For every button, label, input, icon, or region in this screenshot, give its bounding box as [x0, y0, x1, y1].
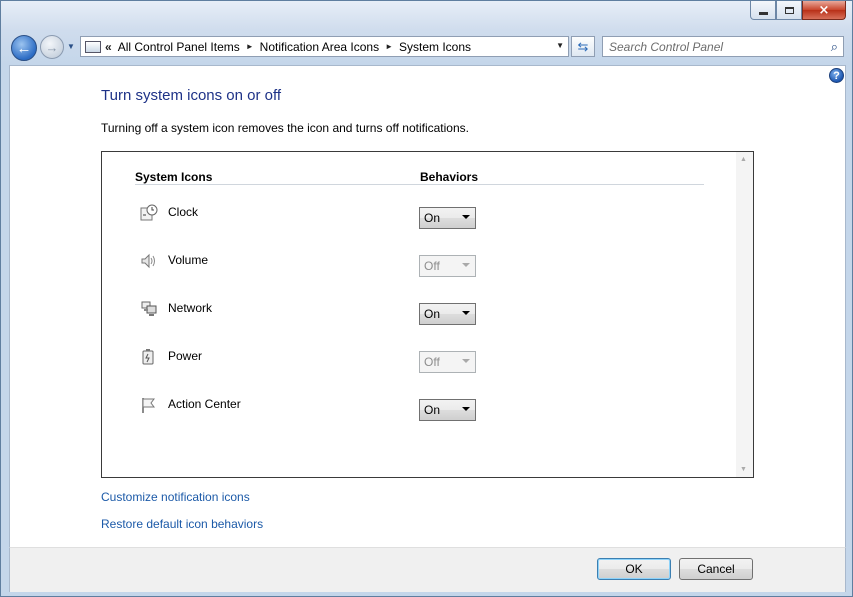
- chevron-down-icon: [462, 215, 470, 219]
- control-panel-icon: [85, 40, 101, 53]
- customize-notification-icons-link[interactable]: Customize notification icons: [101, 490, 250, 504]
- power-icon: [142, 349, 154, 365]
- back-arrow-icon: ←: [16, 39, 32, 57]
- vertical-scrollbar[interactable]: ▲ ▼: [736, 152, 753, 477]
- address-bar[interactable]: « All Control Panel Items ► Notification…: [80, 36, 569, 57]
- cancel-button[interactable]: Cancel: [679, 558, 753, 580]
- behavior-select-power: Off: [419, 351, 476, 373]
- item-label: Clock: [168, 205, 199, 219]
- list-item-clock: Clock On: [102, 201, 722, 241]
- breadcrumb-separator[interactable]: ►: [385, 42, 393, 51]
- maximize-icon: [784, 6, 794, 14]
- search-input[interactable]: [609, 38, 819, 55]
- clock-icon: [140, 204, 158, 221]
- item-label: Power: [168, 349, 203, 363]
- list-item-power: Power Off: [102, 345, 722, 385]
- close-icon: ×: [818, 2, 830, 18]
- restore-default-behaviors-link[interactable]: Restore default icon behaviors: [101, 517, 263, 531]
- column-header-system-icons: System Icons: [135, 170, 213, 184]
- column-header-behaviors: Behaviors: [420, 170, 479, 184]
- list-item-network: Network On: [102, 297, 722, 337]
- volume-icon: [141, 253, 155, 269]
- forward-button[interactable]: →: [40, 35, 64, 59]
- back-button[interactable]: ←: [11, 35, 37, 61]
- list-item-action-center: Action Center On: [102, 393, 722, 433]
- breadcrumb-all-control-panel-items[interactable]: All Control Panel Items: [118, 40, 240, 54]
- refresh-button[interactable]: ⇆: [571, 36, 595, 57]
- navigation-bar: ← → ▼ « All Control Panel Items ► Notifi…: [1, 29, 852, 65]
- item-label: Network: [168, 301, 213, 315]
- breadcrumb-notification-area-icons[interactable]: Notification Area Icons: [260, 40, 379, 54]
- network-icon: [141, 301, 157, 316]
- breadcrumb-overflow[interactable]: «: [105, 40, 112, 54]
- minimize-icon: [758, 11, 768, 15]
- breadcrumb-system-icons[interactable]: System Icons: [399, 40, 471, 54]
- refresh-icon: ⇆: [577, 38, 589, 54]
- address-dropdown-icon[interactable]: ▼: [556, 41, 564, 50]
- chevron-down-icon: [462, 407, 470, 411]
- scroll-down-icon[interactable]: ▼: [740, 466, 747, 473]
- forward-arrow-icon: →: [45, 39, 59, 55]
- search-box: ⌕: [602, 36, 844, 57]
- chevron-down-icon: [462, 359, 470, 363]
- minimize-button[interactable]: [750, 1, 776, 20]
- chevron-down-icon: [462, 311, 470, 315]
- breadcrumb-separator[interactable]: ►: [246, 42, 254, 51]
- chevron-down-icon: [462, 263, 470, 267]
- behavior-select-clock[interactable]: On: [419, 207, 476, 229]
- behavior-select-network[interactable]: On: [419, 303, 476, 325]
- item-label: Volume: [168, 253, 209, 267]
- selected-value: Off: [424, 355, 440, 369]
- caption-buttons: ×: [750, 1, 846, 20]
- header-divider: [135, 184, 704, 185]
- control-panel-window: × ← → ▼ « All Control Panel Items ► Noti…: [0, 0, 853, 597]
- close-button[interactable]: ×: [802, 1, 846, 20]
- scroll-up-icon[interactable]: ▲: [740, 156, 747, 163]
- item-label: Action Center: [168, 397, 241, 411]
- action-center-flag-icon: [142, 398, 155, 413]
- selected-value: On: [424, 211, 441, 225]
- selected-value: Off: [424, 259, 440, 273]
- search-icon[interactable]: ⌕: [831, 39, 838, 55]
- behavior-select-volume: Off: [419, 255, 476, 277]
- dialog-footer: OK Cancel: [9, 547, 846, 592]
- list-item-volume: Volume Off: [102, 249, 722, 289]
- system-icons-list: System Icons Behaviors Clock On Volume O…: [101, 151, 754, 478]
- page-description: Turning off a system icon removes the ic…: [101, 121, 469, 135]
- selected-value: On: [424, 307, 441, 321]
- recent-pages-dropdown[interactable]: ▼: [67, 42, 75, 51]
- content-area: ? Turn system icons on or off Turning of…: [9, 65, 846, 547]
- help-icon[interactable]: ?: [829, 68, 844, 83]
- page-title: Turn system icons on or off: [101, 87, 282, 104]
- ok-button[interactable]: OK: [597, 558, 671, 580]
- maximize-button[interactable]: [776, 1, 802, 20]
- selected-value: On: [424, 403, 441, 417]
- behavior-select-action-center[interactable]: On: [419, 399, 476, 421]
